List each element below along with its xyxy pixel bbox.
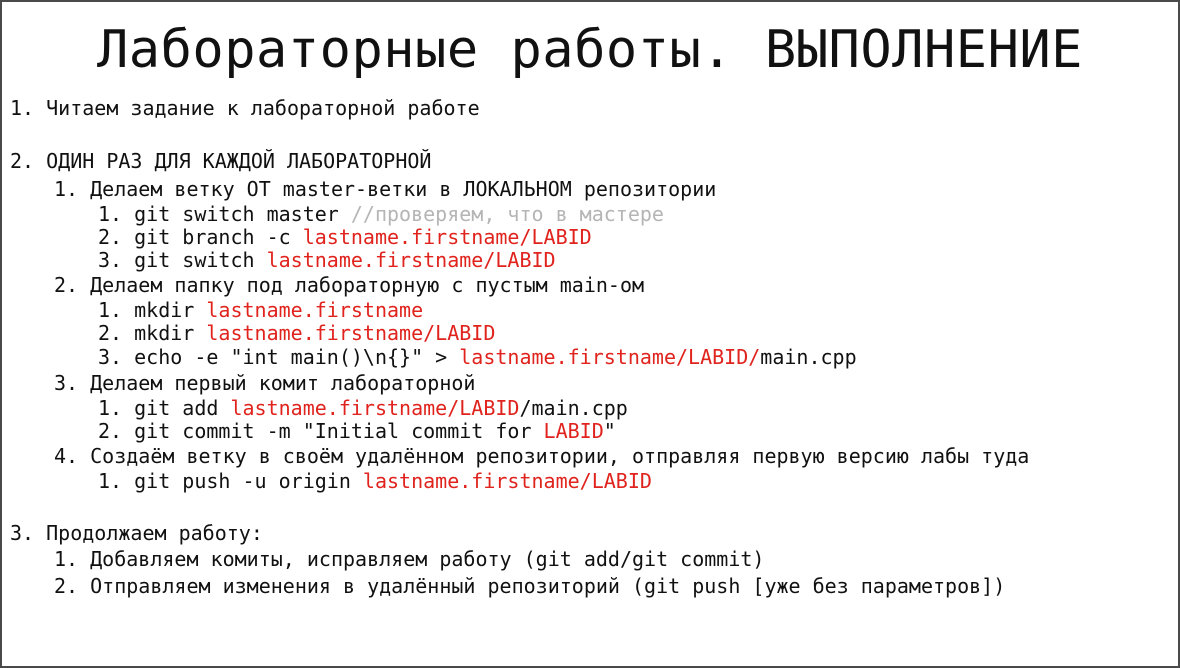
command-step: 3. echo -e "int main()\n{}" > lastname.f… [98,345,857,369]
step-number: 2. [98,321,123,345]
command-tail: main.cpp [760,345,857,369]
command-step: 2. mkdir lastname.firstname/LABID [98,321,495,345]
command-text: git push -u origin [134,469,363,493]
sub-item: 2. Делаем папку под лабораторную с пусты… [54,273,644,297]
item-number: 3. [10,521,35,545]
placeholder-argument: lastname.firstname/LABID [230,396,520,420]
command-step: 1. mkdir lastname.firstname [98,298,423,322]
step-number: 1. [98,396,123,420]
step-number: 2. [98,419,123,443]
placeholder-argument: lastname.firstname/LABID [362,469,652,493]
command-step: 2. git commit -m "Initial commit for LAB… [98,419,616,443]
command-text: echo -e "int main()\n{}" > [134,345,460,369]
item-number: 1. [54,177,79,201]
command-step: 3. git switch lastname.firstname/LABID [98,248,556,272]
command-step: 2. git branch -c lastname.firstname/LABI… [98,225,592,249]
command-text: git commit -m "Initial commit for [134,419,544,443]
item-number: 2. [54,574,79,598]
item-text: Читаем задание к лабораторной работе [46,96,480,120]
item-text: Делаем папку под лабораторную с пустым m… [90,273,645,297]
sub-item: 2. Отправляем изменения в удалённый репо… [54,574,1005,598]
step-number: 3. [98,248,123,272]
command-text: mkdir [134,321,207,345]
placeholder-argument: lastname.firstname/LABID [266,248,556,272]
item-text: Добавляем комиты, исправляем работу (git… [90,547,765,571]
sub-item: 1. Добавляем комиты, исправляем работу (… [54,547,764,571]
placeholder-argument: lastname.firstname [206,298,424,322]
item-text: Продолжаем работу: [46,521,263,545]
placeholder-argument: lastname.firstname/LABID/ [459,345,761,369]
command-text: git add [134,396,231,420]
item-number: 3. [54,371,79,395]
command-tail: /main.cpp [519,396,628,420]
step-number: 2. [98,225,123,249]
sub-item: 4. Создаём ветку в своём удалённом репоз… [54,444,1029,468]
command-text: git branch -c [134,225,303,249]
item-text: Делаем ветку ОТ master-ветки в ЛОКАЛЬНОМ… [90,177,717,201]
placeholder-argument: LABID [543,419,604,443]
command-step: 1. git switch master //проверяем, что в … [98,202,664,226]
command-step: 1. git push -u origin lastname.firstname… [98,469,652,493]
item-number: 1. [10,96,35,120]
item-number: 2. [10,149,35,173]
code-comment: //проверяем, что в мастере [350,202,664,226]
list-item: 1. Читаем задание к лабораторной работе [10,96,480,120]
item-number: 2. [54,273,79,297]
sub-item: 3. Делаем первый комит лабораторной [54,371,475,395]
item-text: Отправляем изменения в удалённый репозит… [90,574,1006,598]
sub-item: 1. Делаем ветку ОТ master-ветки в ЛОКАЛЬ… [54,177,716,201]
placeholder-argument: lastname.firstname/LABID [206,321,496,345]
command-text: mkdir [134,298,207,322]
item-number: 1. [54,547,79,571]
item-text: ОДИН РАЗ ДЛЯ КАЖДОЙ ЛАБОРАТОРНОЙ [46,149,432,173]
command-text: git switch [134,248,267,272]
list-item: 3. Продолжаем работу: [10,521,263,545]
command-text: git switch master [134,202,351,226]
item-number: 4. [54,444,79,468]
command-step: 1. git add lastname.firstname/LABID/main… [98,396,628,420]
command-tail: " [603,419,616,443]
step-number: 1. [98,202,123,226]
item-text: Делаем первый комит лабораторной [90,371,476,395]
list-item: 2. ОДИН РАЗ ДЛЯ КАЖДОЙ ЛАБОРАТОРНОЙ [10,149,431,173]
step-number: 3. [98,345,123,369]
slide-frame: Лабораторные работы. ВЫПОЛНЕНИЕ 1. Читае… [0,0,1180,668]
slide-title: Лабораторные работы. ВЫПОЛНЕНИЕ [96,20,1083,80]
item-text: Создаём ветку в своём удалённом репозито… [90,444,1030,468]
step-number: 1. [98,298,123,322]
step-number: 1. [98,469,123,493]
placeholder-argument: lastname.firstname/LABID [302,225,592,249]
